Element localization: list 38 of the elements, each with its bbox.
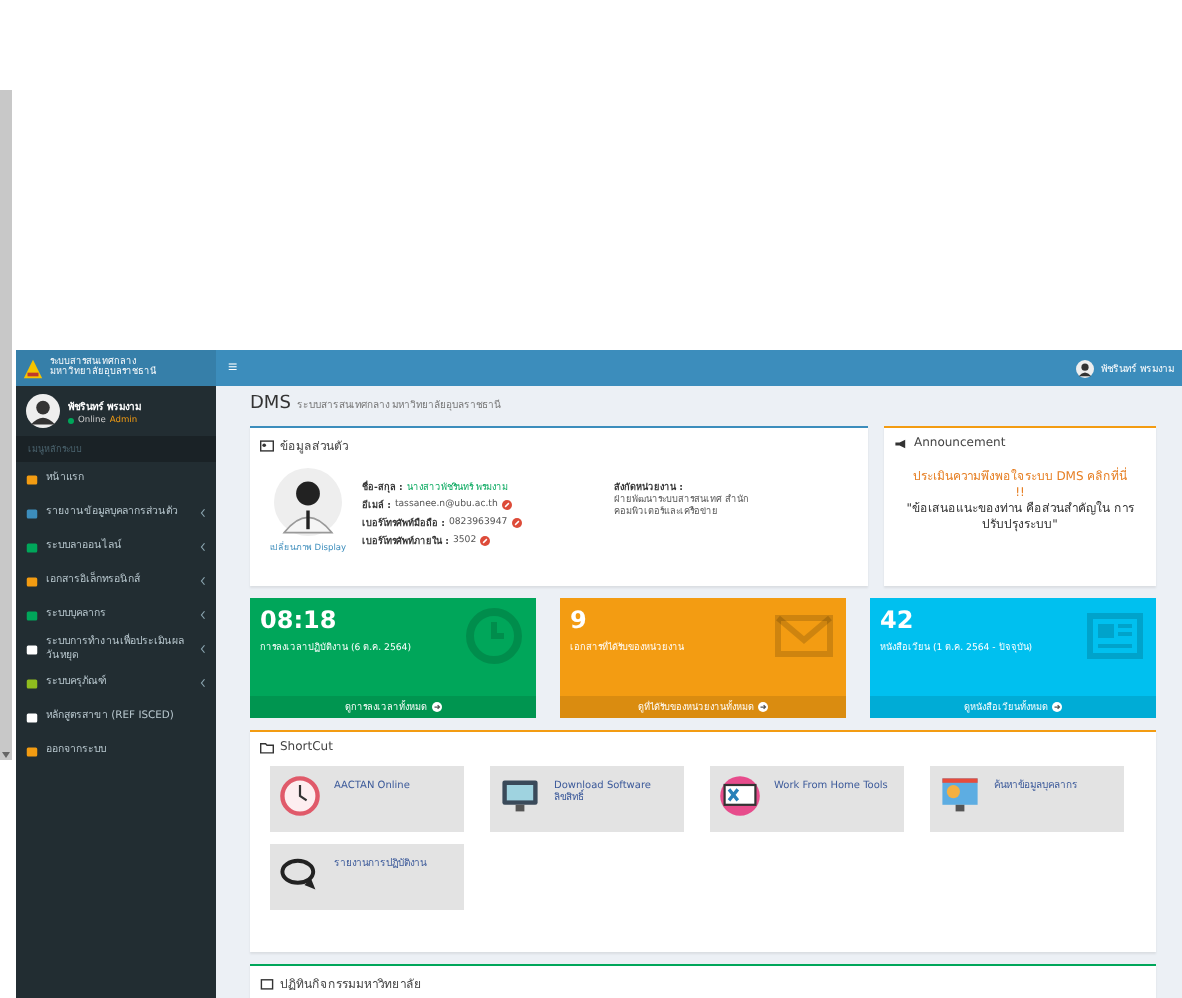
stat-value: 08:18 [260, 606, 339, 634]
folder-icon [260, 741, 274, 753]
menu-icon [26, 541, 38, 553]
monitor-tools-icon [718, 774, 762, 818]
menu-icon [26, 609, 38, 621]
chevron-icon [200, 678, 206, 688]
menu-icon [26, 711, 38, 723]
megaphone-icon [894, 437, 908, 449]
menu-icon [26, 745, 38, 757]
avatar-icon [274, 468, 342, 536]
stat-value: 9 [570, 606, 589, 634]
clock-icon [278, 774, 322, 818]
chevron-icon [200, 542, 206, 552]
avatar-icon [1076, 359, 1095, 377]
edit-icon[interactable] [480, 536, 491, 546]
clock-icon [464, 606, 524, 666]
menu-icon [26, 473, 38, 485]
menu-icon [26, 643, 38, 655]
menu-button[interactable]: ≡ [224, 358, 242, 378]
chevron-icon [200, 508, 206, 518]
page-title: DMS [250, 394, 291, 414]
edit-icon[interactable] [511, 518, 522, 528]
arrow-circle-icon [758, 702, 768, 712]
scrollbar-drawing[interactable] [0, 90, 12, 760]
chevron-icon [200, 610, 206, 620]
edit-icon[interactable] [501, 500, 512, 510]
logo-icon [22, 357, 44, 379]
id-card-icon [260, 440, 274, 452]
chevron-icon [200, 576, 206, 586]
chevron-icon [200, 644, 206, 654]
arrow-circle-icon [431, 702, 441, 712]
menu-icon [26, 507, 38, 519]
calendar-icon [260, 978, 274, 990]
stat-value: 42 [880, 606, 916, 634]
menu-icon [26, 677, 38, 689]
arrow-circle-icon [1052, 702, 1062, 712]
menu-icon [26, 575, 38, 587]
avatar-icon [26, 394, 60, 428]
